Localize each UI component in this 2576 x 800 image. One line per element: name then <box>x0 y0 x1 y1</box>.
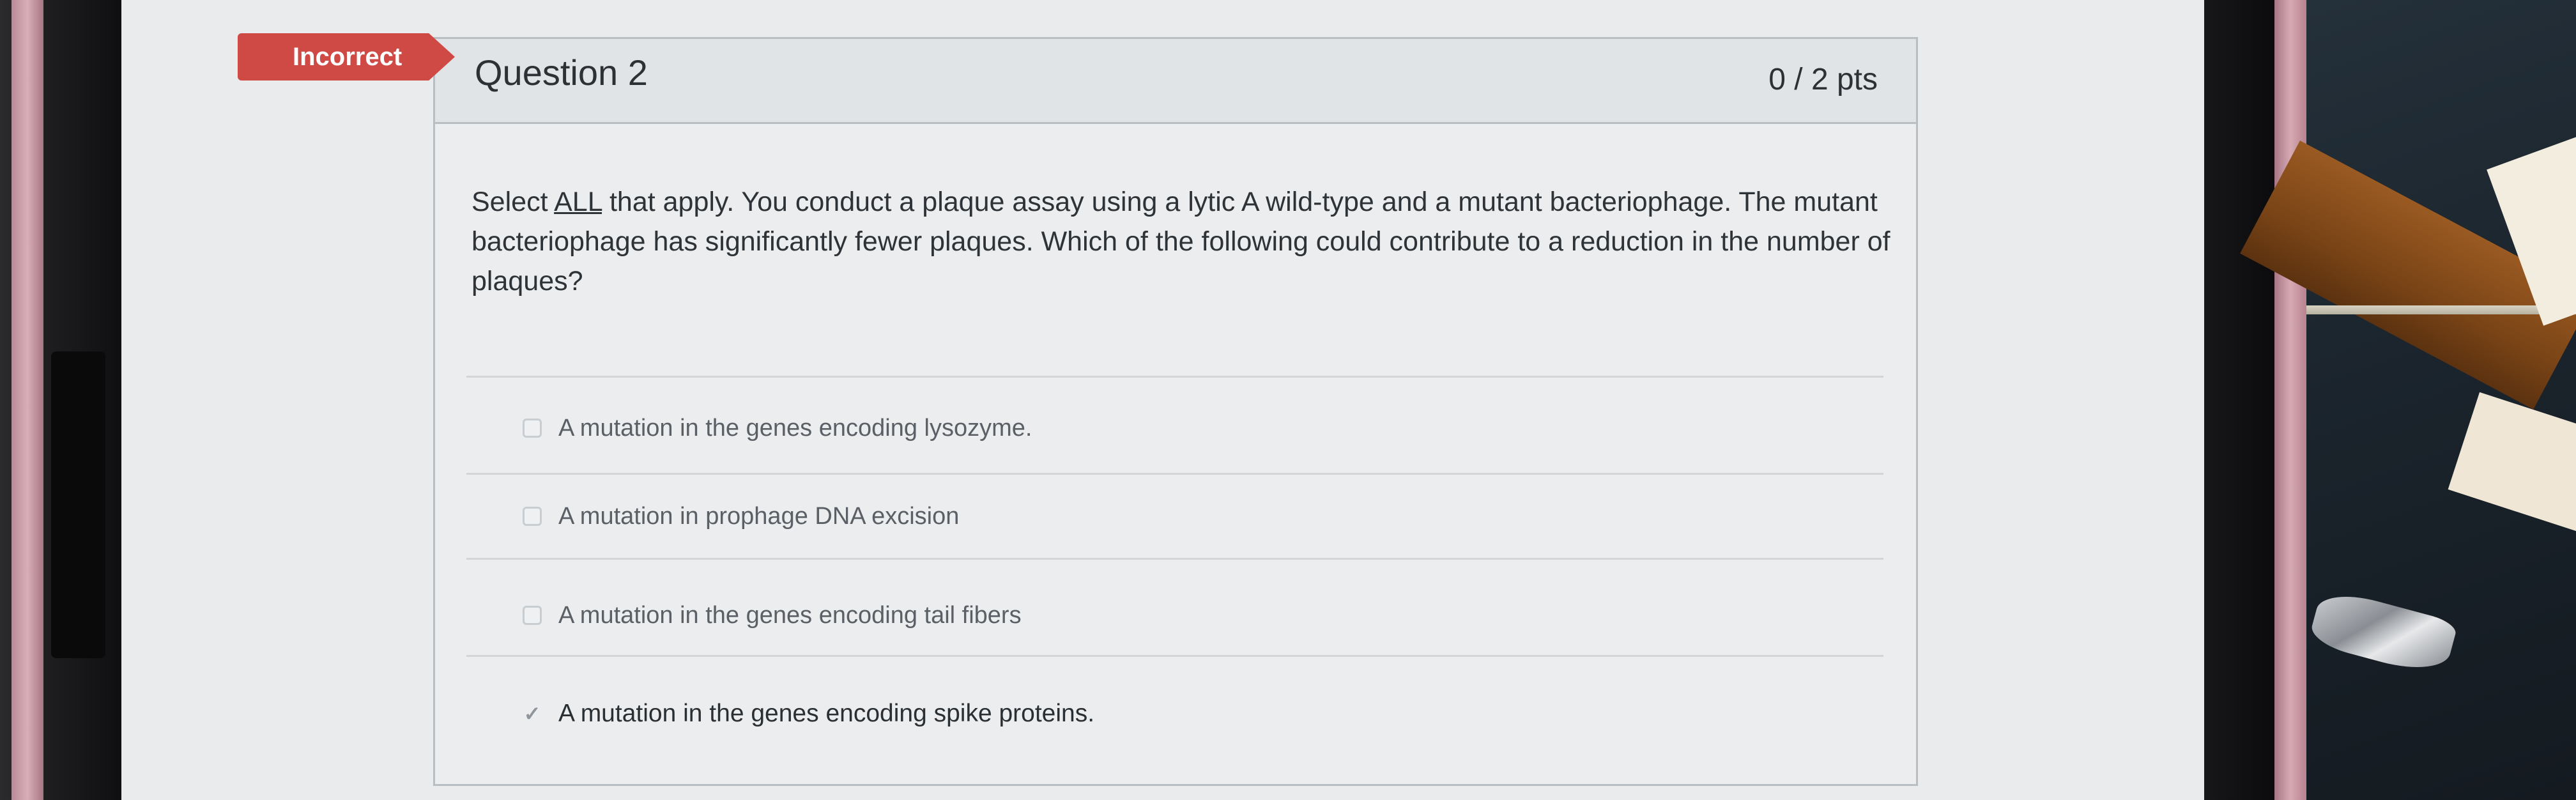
answer-divider <box>466 473 1883 475</box>
case-edge-right <box>2274 0 2306 800</box>
checkbox-icon[interactable] <box>523 507 542 526</box>
checkbox-icon[interactable] <box>523 419 542 438</box>
question-points: 0 / 2 pts <box>1768 63 1878 96</box>
bezel-tab <box>51 351 105 658</box>
answer-label: A mutation in the genes encoding lysozym… <box>558 414 1032 442</box>
check-icon[interactable]: ✓ <box>523 704 542 724</box>
prompt-body: that apply. You conduct a plaque assay u… <box>471 187 1890 296</box>
answer-option[interactable]: A mutation in the genes encoding tail fi… <box>523 596 1022 635</box>
prompt-emphasis: ALL <box>554 187 602 217</box>
answer-divider <box>466 655 1883 657</box>
laptop-right-bezel <box>2204 0 2274 800</box>
question-title: Question 2 <box>475 52 648 93</box>
answer-option-selected[interactable]: ✓ A mutation in the genes encoding spike… <box>523 695 1094 733</box>
answer-label: A mutation in the genes encoding tail fi… <box>558 601 1022 629</box>
answer-label: A mutation in the genes encoding spike p… <box>558 700 1095 727</box>
cable <box>2306 305 2576 314</box>
status-badge: Incorrect <box>238 33 455 81</box>
answer-option[interactable]: A mutation in the genes encoding lysozym… <box>523 409 1032 447</box>
case-edge-left <box>12 0 43 800</box>
question-header: Question 2 0 / 2 pts <box>435 39 1916 124</box>
answer-divider <box>466 376 1883 378</box>
answer-divider <box>466 558 1883 560</box>
answer-option[interactable]: A mutation in prophage DNA excision <box>523 497 959 535</box>
answer-label: A mutation in prophage DNA excision <box>558 502 960 530</box>
checkbox-icon[interactable] <box>523 606 542 625</box>
question-prompt: Select ALL that apply. You conduct a pla… <box>471 182 1903 301</box>
prompt-prefix: Select <box>471 187 555 217</box>
